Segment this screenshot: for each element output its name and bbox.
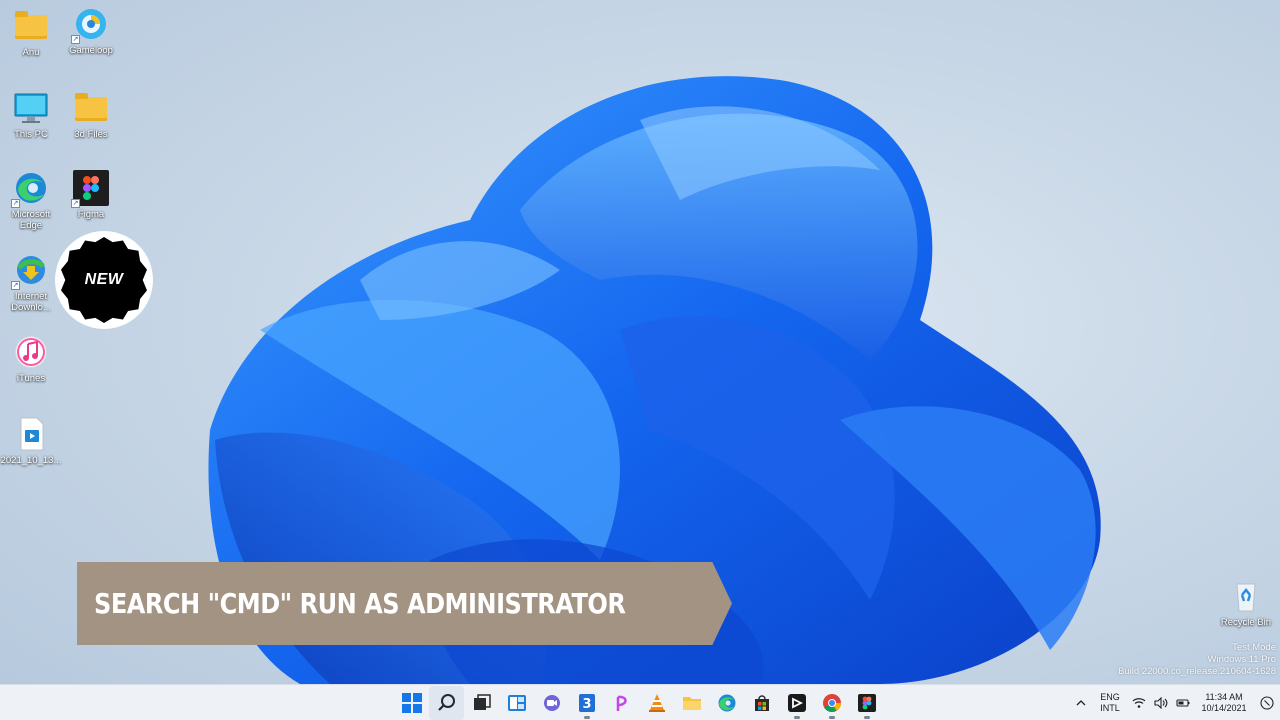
clock[interactable]: 11:34 AM 10/14/2021 <box>1194 692 1254 714</box>
itunes-icon <box>13 334 49 370</box>
notifications-button[interactable] <box>1254 685 1280 720</box>
start-button[interactable] <box>394 686 429 720</box>
desktop-icon-label: 2021_10_13... <box>0 455 62 466</box>
video-file-icon <box>13 416 49 452</box>
taskbar: 3 ENG INTL 11:34 AM 10/14/2021 <box>0 684 1280 720</box>
chrome-icon <box>822 694 841 713</box>
monitor-icon <box>13 90 49 126</box>
taskbar-app-3[interactable]: 3 <box>569 686 604 720</box>
new-badge-text: NEW <box>84 271 124 288</box>
vlc-icon <box>648 694 665 712</box>
search-button[interactable] <box>429 686 464 720</box>
desktop-icon-3d-files[interactable]: 3d Files <box>60 90 122 140</box>
volume-icon <box>1154 697 1168 709</box>
edge-icon: ↗ <box>11 170 49 208</box>
instruction-banner-text: SEARCH "CMD" RUN AS ADMINISTRATOR <box>94 587 626 620</box>
taskbar-apps: 3 <box>394 685 884 720</box>
instruction-banner: SEARCH "CMD" RUN AS ADMINISTRATOR <box>77 562 732 645</box>
file-explorer-button[interactable] <box>674 686 709 720</box>
wifi-button[interactable] <box>1128 685 1150 720</box>
store-button[interactable] <box>744 686 779 720</box>
desktop-icon-gameloop[interactable]: ↗ Gameloop <box>60 6 122 56</box>
desktop-icon-internet-download-manager[interactable]: ↗ Internet Downlo... <box>0 252 62 313</box>
search-icon <box>437 694 455 711</box>
figma-icon: ↗ <box>71 170 109 208</box>
vlc-button[interactable] <box>639 686 674 720</box>
edge-button[interactable] <box>709 686 744 720</box>
widgets-icon <box>507 695 526 711</box>
watermark-line-3: Build 22000.co_release.210604-1628 <box>1118 666 1276 677</box>
picsart-icon <box>616 695 627 711</box>
chrome-button[interactable] <box>814 686 849 720</box>
battery-icon <box>1176 699 1190 707</box>
3-app-icon: 3 <box>578 694 595 712</box>
recycle-bin-icon <box>1228 578 1264 614</box>
desktop-icon-video-file[interactable]: 2021_10_13... <box>0 416 62 466</box>
desktop-icon-anu[interactable]: Anu <box>0 8 62 58</box>
task-view-icon <box>473 694 491 710</box>
desktop-icon-label: This PC <box>14 129 48 140</box>
new-badge: NEW <box>55 231 153 329</box>
desktop-icon-label: Figma <box>77 209 105 220</box>
watermark-line-2: Windows 11 Pro <box>1207 654 1276 665</box>
desktop-icon-itunes[interactable]: iTunes <box>0 334 62 384</box>
teams-chat-icon <box>543 695 560 711</box>
desktop-icon-label: Recycle Bin <box>1220 617 1272 628</box>
show-hidden-icons-button[interactable] <box>1070 685 1092 720</box>
desktop-icon-label: Microsoft Edge <box>11 209 51 231</box>
clock-time: 11:34 AM <box>1205 692 1243 702</box>
store-icon <box>754 695 769 711</box>
desktop-icon-label: Anu <box>22 47 40 58</box>
desktop-icon-label: 3d Files <box>74 129 108 140</box>
svg-text:3: 3 <box>582 697 591 712</box>
system-tray: ENG INTL 11:34 AM 10/14/2021 <box>1070 685 1280 720</box>
desktop-icon-recycle-bin[interactable]: Recycle Bin <box>1215 578 1277 628</box>
teams-chat-button[interactable] <box>534 686 569 720</box>
volume-button[interactable] <box>1150 685 1172 720</box>
language-indicator[interactable]: ENG INTL <box>1092 692 1128 714</box>
desktop-icon-label: iTunes <box>16 373 46 384</box>
desktop-icon-this-pc[interactable]: This PC <box>0 90 62 140</box>
wifi-icon <box>1132 698 1146 708</box>
test-mode-watermark: Test Mode Windows 11 Pro Build 22000.co_… <box>1118 642 1276 678</box>
notification-icon <box>1260 696 1274 710</box>
edge-icon <box>718 694 735 712</box>
capcut-icon <box>787 694 806 712</box>
desktop-icon-figma[interactable]: ↗ Figma <box>60 170 122 220</box>
folder-icon <box>73 90 109 126</box>
desktop-icon-label: Internet Downlo... <box>11 291 51 313</box>
figma-icon <box>857 694 876 712</box>
figma-button[interactable] <box>849 686 884 720</box>
widgets-button[interactable] <box>499 686 534 720</box>
gameloop-icon: ↗ <box>71 6 109 44</box>
language-line-1: ENG <box>1100 692 1120 702</box>
language-line-2: INTL <box>1100 703 1120 713</box>
folder-icon <box>13 8 49 44</box>
clock-date: 10/14/2021 <box>1201 703 1247 713</box>
start-icon <box>401 693 422 713</box>
picsart-button[interactable] <box>604 686 639 720</box>
chevron-up-icon <box>1076 700 1086 706</box>
desktop-icon-microsoft-edge[interactable]: ↗ Microsoft Edge <box>0 170 62 231</box>
watermark-line-1: Test Mode <box>1232 642 1276 653</box>
desktop-icon-label: Gameloop <box>69 45 113 56</box>
battery-button[interactable] <box>1172 685 1194 720</box>
capcut-button[interactable] <box>779 686 814 720</box>
idm-icon: ↗ <box>11 252 49 290</box>
file-explorer-icon <box>682 697 701 710</box>
task-view-button[interactable] <box>464 686 499 720</box>
